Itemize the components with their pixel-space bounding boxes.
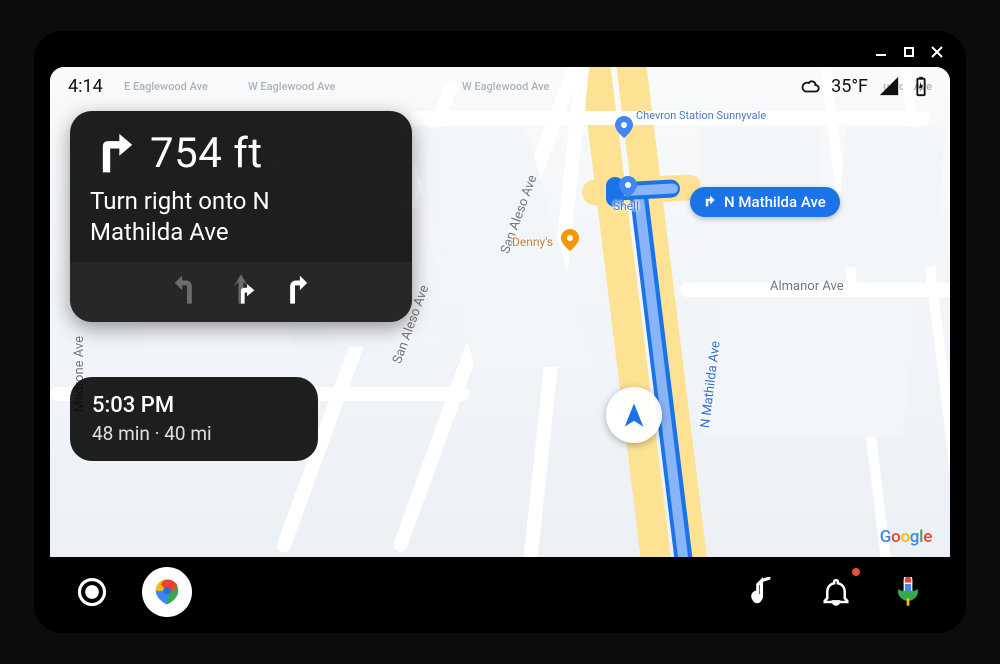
music-button[interactable] (742, 570, 786, 614)
turn-distance: 754 ft (150, 129, 263, 178)
poi-label-dennys: Denny's (512, 235, 553, 249)
turn-right-arrow-icon (90, 132, 134, 176)
notification-badge-icon (852, 568, 860, 576)
bottom-nav-bar (40, 557, 960, 627)
launcher-button[interactable] (70, 570, 114, 614)
window-maximize-button[interactable] (898, 41, 920, 63)
google-watermark: Google (880, 527, 932, 547)
window-chrome (40, 37, 960, 67)
turn-right-icon (700, 193, 718, 211)
turn-card[interactable]: 754 ft Turn right onto N Mathilda Ave (70, 111, 412, 322)
poi-label-chevron: Chevron Station Sunnyvale (636, 109, 736, 122)
next-street-sign: N Mathilda Ave (690, 187, 840, 217)
navigation-puck[interactable] (606, 387, 662, 443)
lane-right-icon (280, 272, 310, 310)
trip-eta: 5:03 PM (92, 393, 296, 418)
turn-instruction-line-2: Mathilda Ave (90, 217, 392, 248)
voice-assistant-button[interactable] (886, 570, 930, 614)
google-mic-icon (893, 577, 923, 607)
poi-pin-dennys[interactable] (560, 230, 580, 250)
weather-icon (799, 75, 821, 97)
cellular-icon (878, 75, 900, 97)
next-street-name: N Mathilda Ave (724, 193, 826, 211)
status-bar: 4:14 35°F (50, 67, 950, 105)
lane-straight-right-icon (226, 272, 256, 310)
map-screen[interactable]: E Eaglewood Ave W Eaglewood Ave W Eaglew… (50, 67, 950, 557)
notifications-button[interactable] (814, 570, 858, 614)
google-maps-button[interactable] (142, 567, 192, 617)
google-maps-icon (152, 577, 182, 607)
turn-instruction-line-1: Turn right onto N (90, 186, 392, 217)
trip-card[interactable]: 5:03 PM 48 min · 40 mi (70, 377, 318, 461)
poi-pin-shell[interactable] (618, 177, 638, 197)
battery-charging-icon (910, 75, 932, 97)
lane-left-icon (172, 272, 202, 310)
road-label-almanor: Almanor Ave (770, 279, 844, 294)
window-close-button[interactable] (926, 41, 948, 63)
poi-pin-chevron[interactable] (614, 117, 634, 137)
navigation-arrow-icon (620, 401, 648, 429)
device-frame: E Eaglewood Ave W Eaglewood Ave W Eaglew… (40, 37, 960, 627)
lane-guidance (70, 262, 412, 322)
window-minimize-button[interactable] (870, 41, 892, 63)
status-temperature: 35°F (831, 76, 868, 97)
trip-summary: 48 min · 40 mi (92, 422, 296, 445)
poi-label-shell: Shell (613, 199, 639, 213)
status-time: 4:14 (68, 76, 103, 97)
